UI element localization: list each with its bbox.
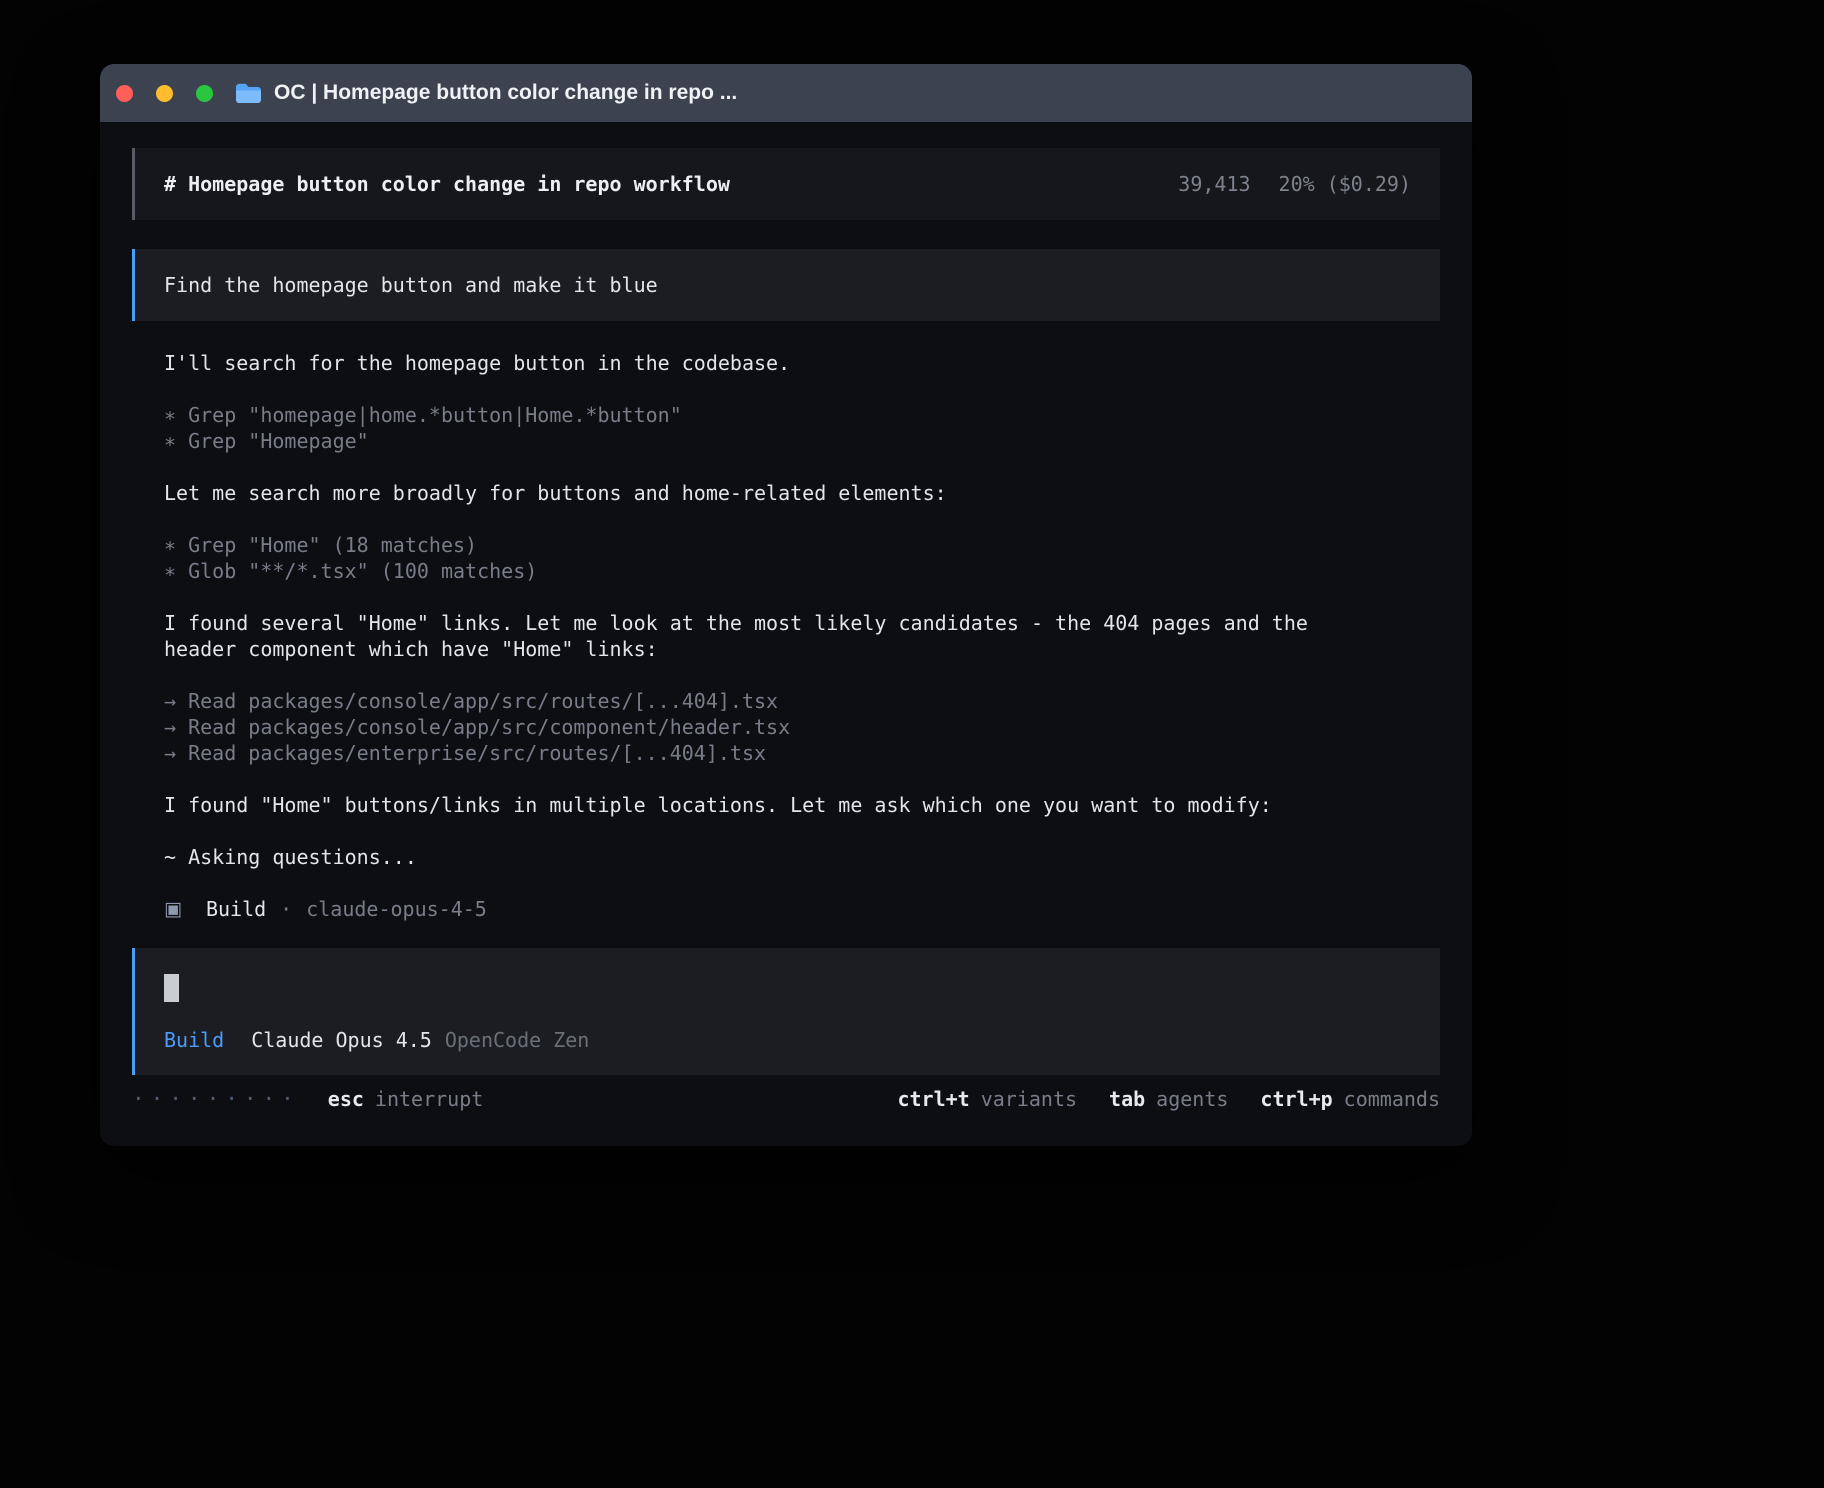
variants-label: variants (981, 1086, 1077, 1112)
terminal-window: OC | Homepage button color change in rep… (100, 64, 1472, 1146)
ctrl-t-key: ctrl+t (897, 1086, 969, 1112)
context-cost: 20% ($0.29) (1279, 171, 1411, 197)
user-message-text: Find the homepage button and make it blu… (164, 273, 658, 297)
tool-call-grep: ∗ Grep "homepage|home.*button|Home.*butt… (164, 402, 1440, 428)
tool-call-glob: ∗ Glob "**/*.tsx" (100 matches) (164, 558, 1440, 584)
assistant-message: I'll search for the homepage button in t… (164, 350, 1440, 376)
tool-call-read: → Read packages/console/app/src/componen… (164, 714, 1440, 740)
agent-separator: · (280, 896, 292, 922)
conversation-transcript: I'll search for the homepage button in t… (132, 350, 1440, 922)
status-bar: ········· esc interrupt ctrl+t variants … (132, 1086, 1440, 1112)
model-name[interactable]: Claude Opus 4.5 (251, 1027, 432, 1053)
line-gap (164, 870, 1440, 896)
assistant-message: I found several "Home" links. Let me loo… (164, 610, 1440, 662)
line-gap (164, 506, 1440, 532)
minimize-button[interactable] (156, 85, 173, 102)
assistant-status: ~ Asking questions... (164, 844, 1440, 870)
folder-icon (235, 82, 262, 104)
agents-label: agents (1156, 1086, 1228, 1112)
window-titlebar[interactable]: OC | Homepage button color change in rep… (100, 64, 1472, 122)
hint-variants: ctrl+t variants (897, 1086, 1077, 1112)
line-gap (164, 662, 1440, 688)
line-gap (164, 584, 1440, 610)
line-gap (164, 376, 1440, 402)
hint-agents: tab agents (1109, 1086, 1228, 1112)
commands-label: commands (1344, 1086, 1440, 1112)
status-left: ········· esc interrupt (132, 1086, 483, 1112)
assistant-message: I found "Home" buttons/links in multiple… (164, 792, 1440, 818)
esc-label: interrupt (375, 1086, 483, 1112)
agent-mode-badge[interactable]: Build (164, 1027, 224, 1053)
tool-call-grep: ∗ Grep "Home" (18 matches) (164, 532, 1440, 558)
line-gap (164, 766, 1440, 792)
terminal-content: # Homepage button color change in repo w… (100, 122, 1472, 1146)
zoom-button[interactable] (196, 85, 213, 102)
agent-icon: ▣ (164, 896, 182, 922)
user-message: Find the homepage button and make it blu… (132, 249, 1440, 321)
window-title: OC | Homepage button color change in rep… (274, 81, 737, 105)
tool-call-grep: ∗ Grep "Homepage" (164, 428, 1440, 454)
traffic-lights (116, 85, 213, 102)
text-cursor (164, 974, 179, 1002)
line-gap (164, 454, 1440, 480)
hint-interrupt: esc interrupt (328, 1086, 484, 1112)
agent-name: Build (206, 896, 266, 922)
token-count: 39,413 (1178, 171, 1250, 197)
esc-key: esc (328, 1086, 364, 1112)
hint-commands: ctrl+p commands (1260, 1086, 1440, 1112)
tab-key: tab (1109, 1086, 1145, 1112)
tool-call-read: → Read packages/enterprise/src/routes/[.… (164, 740, 1440, 766)
agent-model: claude-opus-4-5 (306, 896, 487, 922)
input-meta: Build Claude Opus 4.5 OpenCode Zen (164, 1027, 1411, 1053)
prompt-input[interactable]: Build Claude Opus 4.5 OpenCode Zen (132, 948, 1440, 1075)
line-gap (164, 818, 1440, 844)
provider-name: OpenCode Zen (445, 1027, 590, 1053)
session-metrics: 39,413 20% ($0.29) (1178, 171, 1411, 197)
session-header: # Homepage button color change in repo w… (132, 148, 1440, 220)
assistant-message: Let me search more broadly for buttons a… (164, 480, 1440, 506)
status-right: ctrl+t variants tab agents ctrl+p comman… (897, 1086, 1440, 1112)
agent-status-row: ▣ Build · claude-opus-4-5 (164, 896, 1440, 922)
session-title: # Homepage button color change in repo w… (164, 171, 730, 197)
ctrl-p-key: ctrl+p (1260, 1086, 1332, 1112)
spinner-dots: ········· (132, 1086, 300, 1112)
tool-call-read: → Read packages/console/app/src/routes/[… (164, 688, 1440, 714)
close-button[interactable] (116, 85, 133, 102)
